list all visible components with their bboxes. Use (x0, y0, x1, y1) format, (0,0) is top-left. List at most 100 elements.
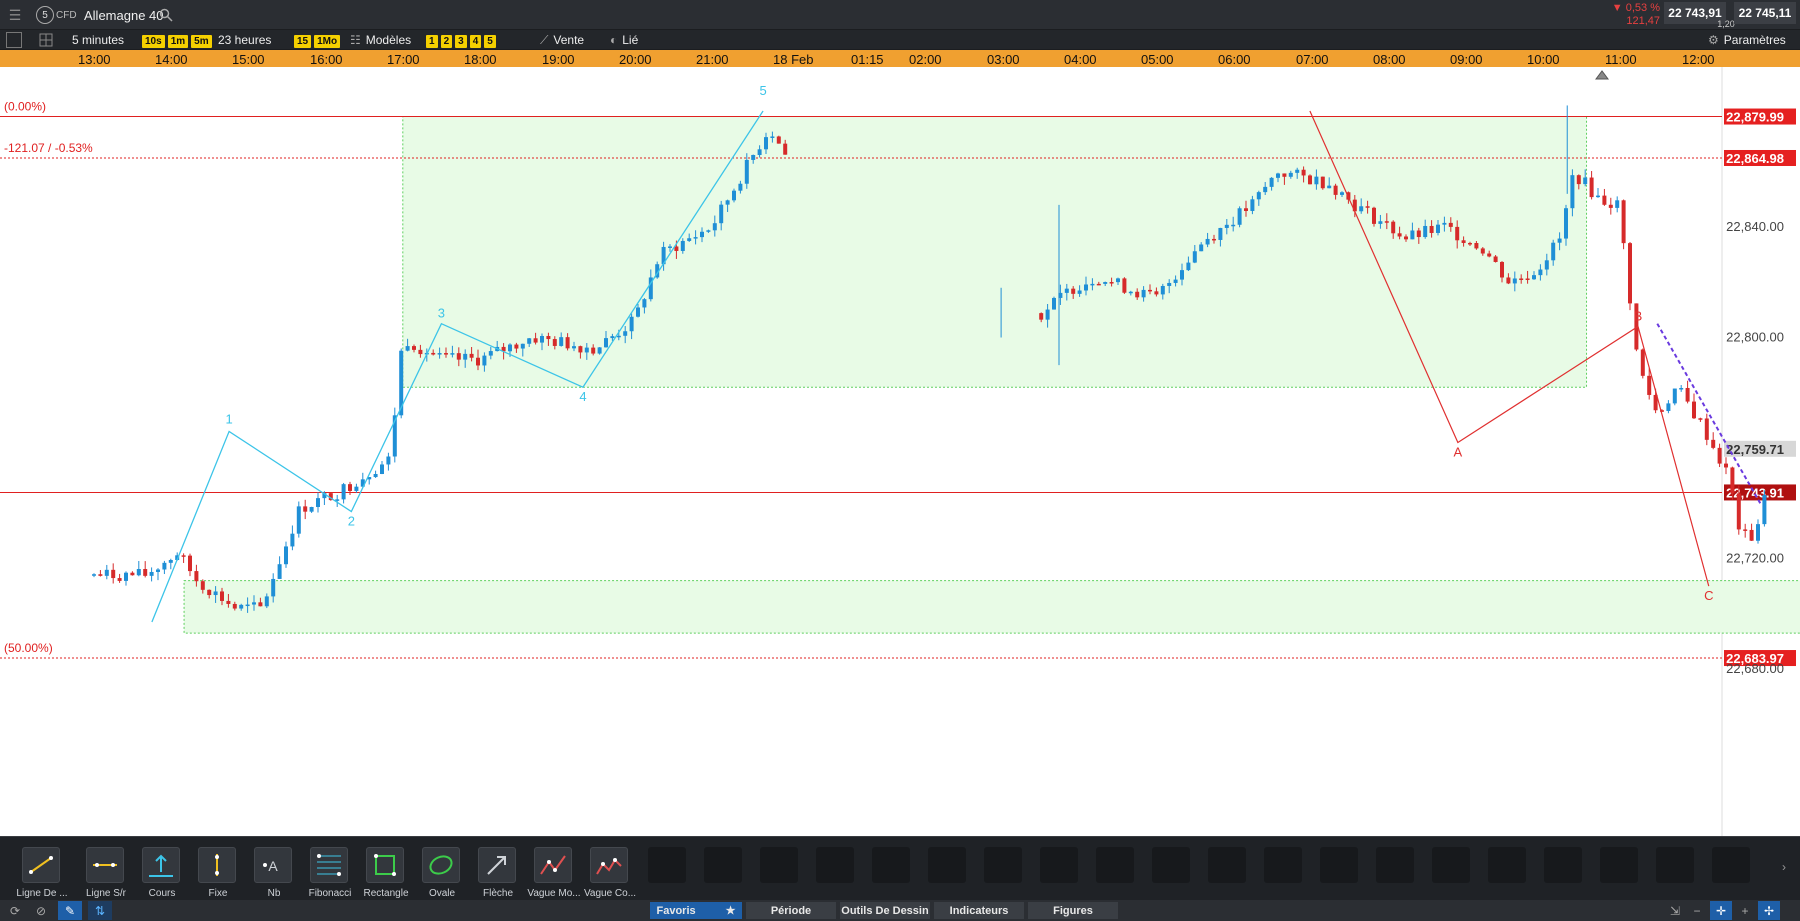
tool-wave-corrective[interactable]: Vague Co... (582, 837, 638, 901)
tool-sr-line[interactable]: Ligne S/r (78, 837, 134, 901)
scroll-right-icon[interactable]: › (1774, 857, 1794, 877)
tool-fibonacci[interactable]: Fibonacci (302, 837, 358, 901)
empty-tool-slot[interactable] (760, 847, 798, 883)
empty-tool-slot[interactable] (1264, 847, 1302, 883)
candle-body[interactable] (1442, 222, 1447, 225)
candle-body[interactable] (1333, 185, 1338, 195)
candle-body[interactable] (162, 562, 167, 570)
candle-body[interactable] (552, 339, 557, 346)
export-icon[interactable]: ⇲ (1666, 902, 1684, 919)
range-1mo[interactable]: 1Mo (314, 35, 341, 48)
candle-body[interactable] (1384, 221, 1389, 223)
candle-body[interactable] (1039, 313, 1044, 320)
candle-body[interactable] (405, 346, 410, 351)
candle-body[interactable] (1282, 173, 1287, 177)
candle-body[interactable] (1263, 186, 1268, 193)
zoom-out-icon[interactable]: − (1688, 902, 1706, 919)
chart-canvas[interactable]: (0.00%) 22,879.99 -121.07 / -0.53% 22,864.9… (0, 67, 1800, 836)
grid-icon[interactable] (38, 32, 54, 48)
candle-body[interactable] (1423, 225, 1428, 238)
candle-body[interactable] (1064, 288, 1069, 293)
candle-body[interactable] (1448, 222, 1453, 227)
range-15[interactable]: 15 (294, 35, 312, 48)
candle-body[interactable] (1084, 284, 1088, 291)
sell-button[interactable]: ⟋ Vente (540, 31, 584, 49)
instrument-name[interactable]: Allemagne 40 (84, 5, 164, 25)
zoom-in-icon[interactable]: + (1736, 902, 1754, 919)
candle-body[interactable] (1711, 439, 1716, 448)
candle-body[interactable] (1391, 221, 1396, 234)
candle-body[interactable] (1602, 195, 1607, 205)
candle-body[interactable] (1704, 418, 1709, 440)
candle-body[interactable] (136, 569, 141, 576)
preset-3[interactable]: 3 (455, 35, 467, 48)
candle-body[interactable] (1192, 251, 1197, 263)
refresh-icon[interactable]: ⟳ (6, 902, 24, 919)
candle-body[interactable] (200, 581, 205, 590)
candle-body[interactable] (1525, 278, 1530, 280)
candle-body[interactable] (1404, 236, 1408, 240)
candle-body[interactable] (1250, 199, 1255, 211)
candle-body[interactable] (232, 603, 237, 609)
empty-tool-slot[interactable] (1040, 847, 1078, 883)
candle-body[interactable] (1071, 288, 1076, 294)
candle-body[interactable] (1685, 387, 1690, 402)
candle-body[interactable] (252, 602, 256, 605)
candle-body[interactable] (1468, 242, 1472, 245)
candle-body[interactable] (1116, 278, 1120, 283)
candle-body[interactable] (149, 571, 154, 576)
tab-indicators[interactable]: Indicateurs (934, 902, 1024, 919)
candle-body[interactable] (1295, 169, 1300, 173)
candle-body[interactable] (1154, 291, 1159, 295)
candle-body[interactable] (1320, 176, 1325, 189)
tab-figures[interactable]: Figures (1028, 902, 1118, 919)
candle-body[interactable] (284, 546, 288, 565)
candle-body[interactable] (1288, 172, 1293, 177)
candle-body[interactable] (1340, 192, 1344, 195)
candle-body[interactable] (1372, 207, 1376, 224)
candle-body[interactable] (565, 337, 570, 349)
candle-body[interactable] (533, 338, 538, 343)
candle-body[interactable] (1218, 227, 1223, 240)
candle-body[interactable] (1416, 230, 1421, 238)
candle-body[interactable] (296, 506, 301, 534)
candle-body[interactable] (1429, 225, 1434, 233)
candle-body[interactable] (1160, 285, 1165, 295)
candle-body[interactable] (239, 604, 244, 609)
timeframe-select[interactable]: 5 minutes (72, 31, 124, 49)
candle-body[interactable] (1090, 283, 1095, 286)
candle-body[interactable] (616, 335, 621, 338)
candle-body[interactable] (1615, 200, 1620, 208)
candle-body[interactable] (1666, 403, 1671, 411)
candle-body[interactable] (316, 498, 320, 507)
candle-body[interactable] (1212, 238, 1216, 241)
tool-price[interactable]: Cours (134, 837, 190, 901)
tool-note[interactable]: A Nb (246, 837, 302, 901)
candle-body[interactable] (412, 346, 416, 350)
magnet-icon[interactable]: ⇅ (88, 901, 112, 920)
crosshair-icon[interactable]: ✛ (1710, 901, 1732, 920)
candle-body[interactable] (1109, 282, 1114, 284)
candle-body[interactable] (111, 569, 116, 579)
tab-period[interactable]: Période (746, 902, 836, 919)
candle-body[interactable] (220, 591, 224, 601)
candle-body[interactable] (1231, 224, 1236, 227)
tab-drawing-tools[interactable]: Outils De Dessin (840, 902, 930, 919)
candle-body[interactable] (1378, 221, 1383, 224)
candle-body[interactable] (1045, 309, 1050, 320)
candle-body[interactable] (194, 571, 199, 582)
empty-tool-slot[interactable] (1208, 847, 1246, 883)
candle-body[interactable] (354, 486, 359, 491)
candle-body[interactable] (591, 347, 596, 354)
settings-button[interactable]: ⚙ Paramètres (1708, 31, 1786, 49)
candle-body[interactable] (431, 352, 436, 355)
candle-body[interactable] (1679, 387, 1684, 390)
candle-body[interactable] (764, 137, 768, 150)
candle-body[interactable] (1301, 169, 1306, 176)
candle-body[interactable] (770, 136, 775, 138)
preset-1[interactable]: 1 (426, 35, 438, 48)
candle-body[interactable] (373, 473, 378, 478)
candle-body[interactable] (124, 572, 128, 581)
candle-body[interactable] (1308, 175, 1312, 185)
candle-body[interactable] (1167, 282, 1172, 286)
